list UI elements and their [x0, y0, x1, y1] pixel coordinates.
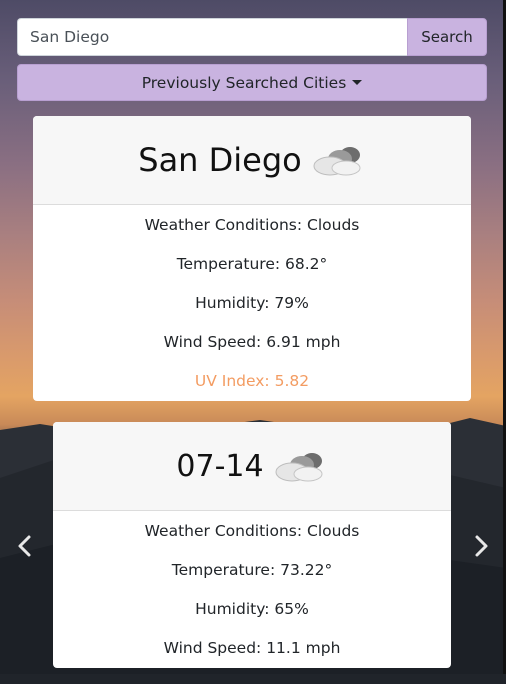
- cloud-icon: [275, 453, 323, 482]
- search-button[interactable]: Search: [407, 18, 487, 56]
- current-weather-body: Weather Conditions: Clouds Temperature: …: [33, 205, 471, 401]
- previously-searched-label: Previously Searched Cities: [141, 73, 347, 92]
- forecast-humidity: Humidity: 65%: [195, 600, 309, 618]
- forecast-date: 07-14: [176, 448, 264, 484]
- current-conditions: Weather Conditions: Clouds: [144, 216, 360, 234]
- chevron-right-icon: [475, 535, 488, 557]
- previously-searched-dropdown[interactable]: Previously Searched Cities: [17, 64, 487, 101]
- current-weather-header: San Diego: [33, 116, 471, 205]
- bottom-bar: [0, 674, 506, 684]
- chevron-left-icon: [18, 535, 31, 557]
- carousel-next-button[interactable]: [471, 534, 491, 558]
- search-input[interactable]: [17, 18, 407, 56]
- forecast-wind-speed: Wind Speed: 11.1 mph: [163, 639, 341, 657]
- forecast-temperature: Temperature: 73.22°: [171, 561, 333, 579]
- current-humidity: Humidity: 79%: [195, 294, 309, 312]
- city-name: San Diego: [138, 141, 302, 179]
- carousel-prev-button[interactable]: [15, 534, 35, 558]
- forecast-card: 07-14 Weather Conditions: Clouds Tempera…: [53, 422, 451, 668]
- current-temperature: Temperature: 68.2°: [176, 255, 328, 273]
- cloud-icon: [313, 147, 361, 176]
- caret-down-icon: [352, 80, 363, 85]
- current-wind-speed: Wind Speed: 6.91 mph: [163, 333, 341, 351]
- forecast-conditions: Weather Conditions: Clouds: [144, 522, 360, 540]
- forecast-body: Weather Conditions: Clouds Temperature: …: [53, 511, 451, 668]
- search-bar: Search: [17, 18, 487, 56]
- current-weather-card: San Diego Weather Conditions: Clouds Tem…: [33, 116, 471, 401]
- forecast-header: 07-14: [53, 422, 451, 511]
- current-uv-index: UV Index: 5.82: [194, 372, 310, 390]
